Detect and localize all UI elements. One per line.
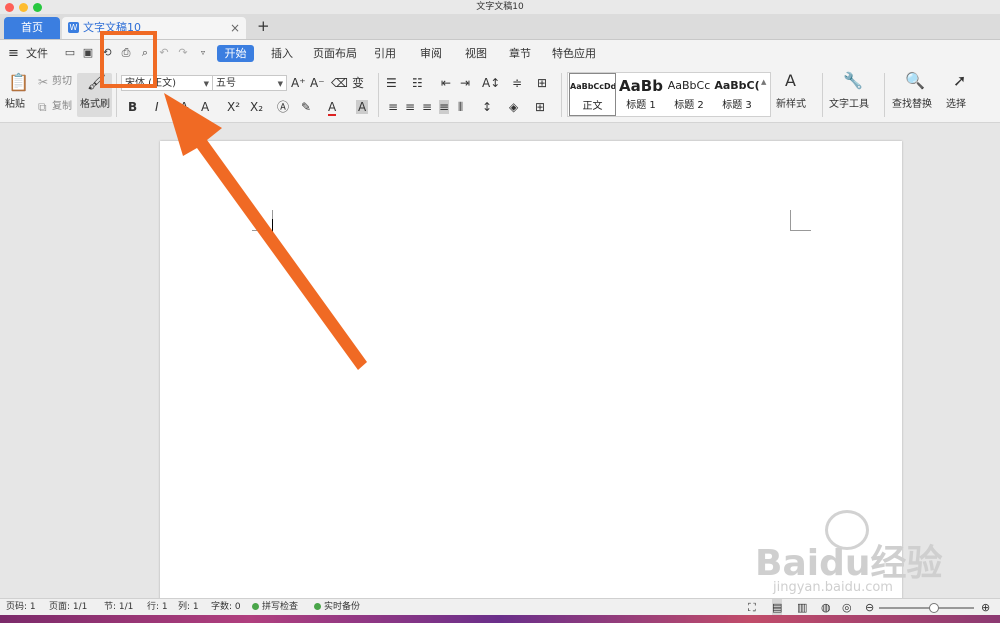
watermark-brand: Baidu经验 [755,543,943,584]
baidu-jingyan-watermark: Baidu经验 jingyan.baidu.com [755,510,970,600]
watermark-url: jingyan.baidu.com [773,580,893,595]
